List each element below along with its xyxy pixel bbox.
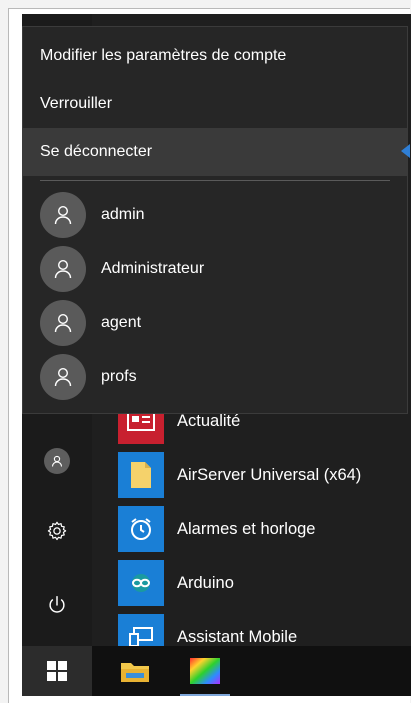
account-menu: Modifier les paramètres de compte Verrou… xyxy=(22,26,408,414)
user-name: agent xyxy=(101,314,142,331)
taskbar-color-app[interactable] xyxy=(170,646,240,696)
app-label: Arduino xyxy=(177,574,234,592)
arduino-icon xyxy=(132,574,150,592)
user-avatar-icon xyxy=(44,448,70,474)
app-label: AirServer Universal (x64) xyxy=(177,466,362,484)
app-label: Alarmes et horloge xyxy=(177,520,316,538)
user-icon xyxy=(40,192,86,238)
color-app-icon xyxy=(190,658,220,684)
rail-user-button[interactable] xyxy=(22,436,92,486)
rail-power-button[interactable] xyxy=(22,580,92,630)
user-name: admin xyxy=(101,206,145,223)
alarm-clock-icon xyxy=(131,518,151,540)
app-tile xyxy=(118,560,164,606)
news-icon xyxy=(127,411,155,431)
app-tile xyxy=(118,452,164,498)
phone-monitor-icon xyxy=(129,627,153,646)
user-icon xyxy=(40,300,86,346)
menu-item-sign-out[interactable]: Se déconnecter xyxy=(23,128,407,176)
start-button[interactable] xyxy=(22,646,92,696)
taskbar-file-explorer[interactable] xyxy=(100,646,170,696)
rail-settings-button[interactable] xyxy=(22,506,92,556)
app-item-alarmes[interactable]: Alarmes et horloge xyxy=(92,502,411,556)
document-icon xyxy=(131,462,151,488)
active-indicator xyxy=(180,694,230,696)
app-label: Assistant Mobile xyxy=(177,628,298,646)
gear-icon xyxy=(47,521,67,541)
app-tile xyxy=(118,506,164,552)
user-name: Administrateur xyxy=(101,260,205,277)
taskbar xyxy=(22,646,411,696)
user-name: profs xyxy=(101,368,137,385)
user-item-administrateur[interactable]: Administrateur xyxy=(23,242,407,296)
user-item-admin[interactable]: admin xyxy=(23,188,407,242)
menu-divider xyxy=(40,180,390,181)
menu-item-lock[interactable]: Verrouiller xyxy=(23,80,407,128)
menu-item-account-settings[interactable]: Modifier les paramètres de compte xyxy=(23,32,407,80)
app-item-arduino[interactable]: Arduino xyxy=(92,556,411,610)
app-item-airserver[interactable]: AirServer Universal (x64) xyxy=(92,448,411,502)
power-icon xyxy=(49,596,65,613)
app-tile xyxy=(118,614,164,646)
user-icon xyxy=(40,354,86,400)
app-item-assistant-mobile[interactable]: Assistant Mobile xyxy=(92,610,411,646)
file-explorer-icon xyxy=(121,663,149,682)
user-item-profs[interactable]: profs xyxy=(23,350,407,404)
selection-pointer xyxy=(401,144,410,158)
windows-logo-icon xyxy=(47,661,67,681)
user-item-agent[interactable]: agent xyxy=(23,296,407,350)
user-icon xyxy=(40,246,86,292)
